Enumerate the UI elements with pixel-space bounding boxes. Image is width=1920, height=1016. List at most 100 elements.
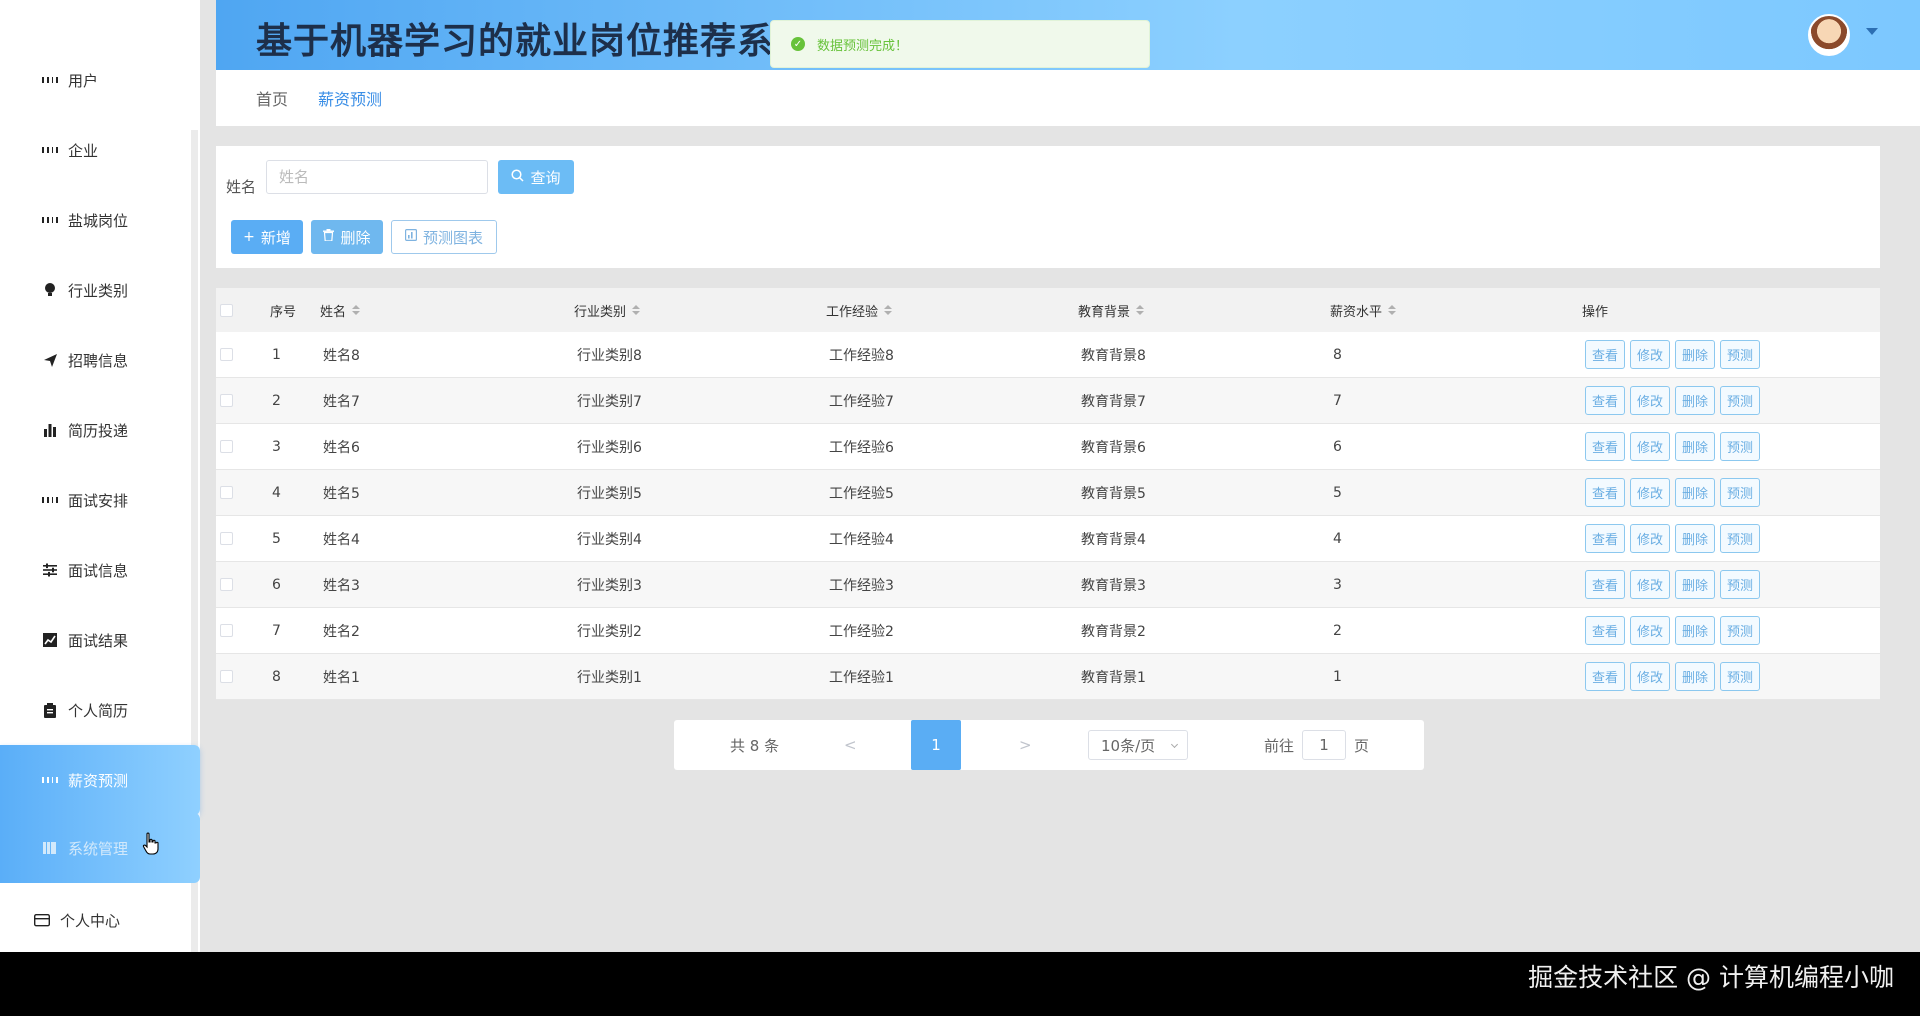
sidebar-item-recruit[interactable]: 招聘信息 <box>0 325 200 395</box>
sort-icon[interactable] <box>1136 305 1145 315</box>
view-button[interactable]: 查看 <box>1585 340 1625 369</box>
name-search-input[interactable] <box>266 160 488 194</box>
row-delete-button[interactable]: 删除 <box>1675 432 1715 461</box>
row-checkbox[interactable] <box>220 624 233 637</box>
table-row[interactable]: 3 姓名6 行业类别6 工作经验6 教育背景6 6 查看 修改 删除 预测 <box>216 424 1880 470</box>
table-row[interactable]: 4 姓名5 行业类别5 工作经验5 教育背景5 5 查看 修改 删除 预测 <box>216 470 1880 516</box>
sidebar-item-personal-resume[interactable]: 个人简历 <box>0 675 200 745</box>
cell-education: 教育背景1 <box>1081 669 1146 686</box>
add-button[interactable]: + 新增 <box>231 220 303 254</box>
row-delete-button[interactable]: 删除 <box>1675 386 1715 415</box>
cell-salary: 2 <box>1333 622 1342 639</box>
sidebar-item-interview-schedule[interactable]: 面试安排 <box>0 465 200 535</box>
cell-salary: 8 <box>1333 346 1342 363</box>
cell-industry: 行业类别4 <box>577 531 642 548</box>
cell-salary: 6 <box>1333 438 1342 455</box>
delete-button[interactable]: 删除 <box>311 220 383 254</box>
cell-index: 2 <box>272 392 281 409</box>
query-button[interactable]: 查询 <box>498 160 574 194</box>
pagination-total: 共 8 条 <box>730 736 780 755</box>
cell-experience: 工作经验5 <box>829 485 894 502</box>
predict-button[interactable]: 预测 <box>1720 386 1760 415</box>
header-experience-label: 工作经验 <box>826 304 879 320</box>
goto-page-input[interactable]: 1 <box>1302 730 1346 760</box>
row-checkbox[interactable] <box>220 486 233 499</box>
view-button[interactable]: 查看 <box>1585 616 1625 645</box>
header-experience[interactable]: 工作经验 <box>826 288 893 332</box>
edit-button[interactable]: 修改 <box>1630 524 1670 553</box>
view-button[interactable]: 查看 <box>1585 478 1625 507</box>
predict-button[interactable]: 预测 <box>1720 570 1760 599</box>
predict-button[interactable]: 预测 <box>1720 524 1760 553</box>
check-circle-icon: ✓ <box>791 37 805 51</box>
table-row[interactable]: 5 姓名4 行业类别4 工作经验4 教育背景4 4 查看 修改 删除 预测 <box>216 516 1880 562</box>
next-page-button[interactable]: > <box>1019 720 1032 770</box>
view-button[interactable]: 查看 <box>1585 662 1625 691</box>
edit-button[interactable]: 修改 <box>1630 662 1670 691</box>
row-checkbox[interactable] <box>220 394 233 407</box>
cell-industry: 行业类别2 <box>577 623 642 640</box>
breadcrumb-home[interactable]: 首页 <box>256 86 288 110</box>
cell-index: 8 <box>272 668 281 685</box>
header-education[interactable]: 教育背景 <box>1078 288 1145 332</box>
page-1-button[interactable]: 1 <box>911 720 961 770</box>
edit-button[interactable]: 修改 <box>1630 432 1670 461</box>
predict-button[interactable]: 预测 <box>1720 478 1760 507</box>
predict-button[interactable]: 预测 <box>1720 432 1760 461</box>
row-delete-button[interactable]: 删除 <box>1675 478 1715 507</box>
cell-experience: 工作经验7 <box>829 393 894 410</box>
edit-button[interactable]: 修改 <box>1630 478 1670 507</box>
page-size-select[interactable]: 10条/页 <box>1088 730 1188 760</box>
sort-icon[interactable] <box>1388 305 1397 315</box>
row-checkbox[interactable] <box>220 440 233 453</box>
sort-icon[interactable] <box>352 305 361 315</box>
row-delete-button[interactable]: 删除 <box>1675 570 1715 599</box>
row-delete-button[interactable]: 删除 <box>1675 662 1715 691</box>
chevron-down-icon[interactable] <box>1866 28 1878 35</box>
row-checkbox[interactable] <box>220 670 233 683</box>
header-name-label: 姓名 <box>320 304 347 320</box>
sidebar-item-company[interactable]: 企业 <box>0 115 200 185</box>
row-checkbox[interactable] <box>220 348 233 361</box>
edit-button[interactable]: 修改 <box>1630 570 1670 599</box>
header-salary[interactable]: 薪资水平 <box>1330 288 1397 332</box>
predict-button[interactable]: 预测 <box>1720 662 1760 691</box>
table-row[interactable]: 6 姓名3 行业类别3 工作经验3 教育背景3 3 查看 修改 删除 预测 <box>216 562 1880 608</box>
table-row[interactable]: 1 姓名8 行业类别8 工作经验8 教育背景8 8 查看 修改 删除 预测 <box>216 332 1880 378</box>
sidebar-item-system-management[interactable]: 系统管理 <box>0 813 200 883</box>
edit-button[interactable]: 修改 <box>1630 386 1670 415</box>
view-button[interactable]: 查看 <box>1585 524 1625 553</box>
header-industry[interactable]: 行业类别 <box>574 288 641 332</box>
table-row[interactable]: 2 姓名7 行业类别7 工作经验7 教育背景7 7 查看 修改 删除 预测 <box>216 378 1880 424</box>
header-name[interactable]: 姓名 <box>320 288 361 332</box>
predict-button[interactable]: 预测 <box>1720 340 1760 369</box>
sort-icon[interactable] <box>632 305 641 315</box>
sidebar-item-users[interactable]: 用户 <box>0 45 200 115</box>
row-checkbox[interactable] <box>220 532 233 545</box>
edit-button[interactable]: 修改 <box>1630 340 1670 369</box>
edit-button[interactable]: 修改 <box>1630 616 1670 645</box>
sidebar-item-salary-prediction[interactable]: 薪资预测 <box>0 745 200 815</box>
select-all-checkbox[interactable] <box>220 303 233 317</box>
sidebar-item-interview-result[interactable]: 面试结果 <box>0 605 200 675</box>
cell-industry: 行业类别7 <box>577 393 642 410</box>
predict-button[interactable]: 预测 <box>1720 616 1760 645</box>
view-button[interactable]: 查看 <box>1585 386 1625 415</box>
row-checkbox[interactable] <box>220 578 233 591</box>
avatar[interactable] <box>1808 14 1850 56</box>
view-button[interactable]: 查看 <box>1585 570 1625 599</box>
sidebar-item-jobs[interactable]: 盐城岗位 <box>0 185 200 255</box>
row-delete-button[interactable]: 删除 <box>1675 524 1715 553</box>
prev-page-button[interactable]: < <box>844 720 857 770</box>
table-row[interactable]: 7 姓名2 行业类别2 工作经验2 教育背景2 2 查看 修改 删除 预测 <box>216 608 1880 654</box>
row-delete-button[interactable]: 删除 <box>1675 340 1715 369</box>
view-button[interactable]: 查看 <box>1585 432 1625 461</box>
prediction-chart-button[interactable]: 预测图表 <box>391 220 497 254</box>
sidebar-item-resume-delivery[interactable]: 简历投递 <box>0 395 200 465</box>
sidebar-item-interview-info[interactable]: 面试信息 <box>0 535 200 605</box>
sidebar-item-personal-center[interactable]: 个人中心 <box>0 885 200 955</box>
table-row[interactable]: 8 姓名1 行业类别1 工作经验1 教育背景1 1 查看 修改 删除 预测 <box>216 654 1880 700</box>
row-delete-button[interactable]: 删除 <box>1675 616 1715 645</box>
sort-icon[interactable] <box>884 305 893 315</box>
sidebar-item-industry[interactable]: 行业类别 <box>0 255 200 325</box>
